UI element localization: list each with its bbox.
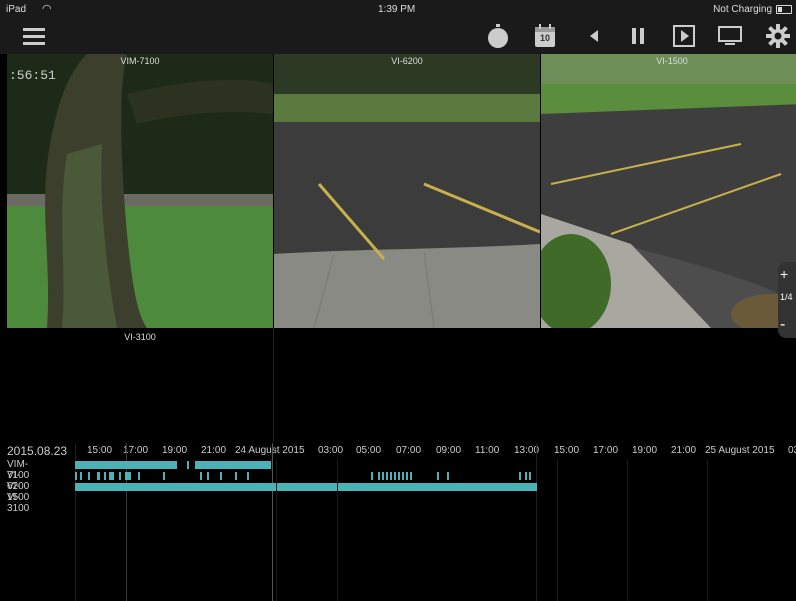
battery-status-label: Not Charging bbox=[713, 4, 772, 15]
gridline bbox=[557, 459, 558, 601]
recording-segment[interactable] bbox=[80, 472, 82, 480]
camera-label: VI-1500 bbox=[656, 56, 688, 66]
recording-segment[interactable] bbox=[525, 472, 533, 480]
recording-segment[interactable] bbox=[437, 472, 439, 480]
recording-segment[interactable] bbox=[104, 472, 106, 480]
recording-segment[interactable] bbox=[378, 472, 412, 480]
recording-segment[interactable] bbox=[371, 472, 373, 480]
playhead[interactable] bbox=[272, 443, 273, 601]
recording-segment[interactable] bbox=[447, 472, 449, 480]
recording-segment[interactable] bbox=[125, 472, 131, 480]
stopwatch-icon[interactable] bbox=[482, 20, 514, 52]
timeline-tick: 07:00 bbox=[396, 445, 422, 456]
play-icon[interactable] bbox=[668, 20, 700, 52]
clock: 1:39 PM bbox=[378, 4, 416, 15]
camera-label: VI-6200 bbox=[391, 56, 423, 66]
gear-icon[interactable] bbox=[762, 20, 794, 52]
gridline bbox=[276, 459, 277, 601]
menu-icon[interactable] bbox=[18, 20, 50, 52]
recording-segment[interactable] bbox=[119, 472, 121, 480]
recording-segment[interactable] bbox=[235, 472, 237, 480]
wifi-icon: ◠ bbox=[42, 3, 52, 15]
timeline-tick: 24 August 2015 bbox=[235, 445, 305, 456]
recording-segment[interactable] bbox=[75, 472, 77, 480]
calendar-day: 10 bbox=[539, 33, 550, 43]
recording-segment[interactable] bbox=[187, 461, 189, 469]
device-label: iPad bbox=[6, 4, 27, 15]
zoom-in-button[interactable]: + bbox=[780, 266, 788, 282]
recording-segment[interactable] bbox=[519, 472, 521, 480]
camera-label: VIM-7100 bbox=[120, 56, 160, 66]
recording-segment[interactable] bbox=[220, 472, 222, 480]
recording-segment[interactable] bbox=[138, 472, 140, 480]
timeline-tick: 03:00 bbox=[318, 445, 344, 456]
grid-divider bbox=[273, 328, 274, 442]
gridline bbox=[707, 459, 708, 601]
recording-segment[interactable] bbox=[88, 472, 90, 480]
timeline-tick: 15:00 bbox=[554, 445, 580, 456]
gridline bbox=[337, 459, 338, 601]
timeline-tick: 21:00 bbox=[671, 445, 697, 456]
gridline bbox=[536, 443, 537, 601]
recording-segment[interactable] bbox=[200, 472, 202, 480]
toolbar: 10 bbox=[0, 18, 796, 54]
camera-view-vim-7100[interactable]: VIM-7100 :56:51 bbox=[7, 54, 273, 328]
camera-time-overlay: :56:51 bbox=[9, 68, 56, 83]
status-bar: iPad ◠ 1:39 PM Not Charging bbox=[0, 0, 796, 18]
recording-segment[interactable] bbox=[163, 472, 165, 480]
camera-view-vi-1500[interactable]: VI-1500 bbox=[541, 54, 796, 328]
timeline-tracks[interactable] bbox=[75, 443, 796, 601]
recording-segment[interactable] bbox=[109, 472, 114, 480]
timeline-date: 2015.08.23 bbox=[7, 444, 68, 458]
recording-segment[interactable] bbox=[247, 472, 249, 480]
gridline bbox=[627, 459, 628, 601]
step-back-icon[interactable] bbox=[578, 20, 610, 52]
timeline-tick: 09:00 bbox=[436, 445, 462, 456]
recording-segment[interactable] bbox=[207, 472, 209, 480]
zoom-out-button[interactable]: - bbox=[780, 316, 785, 334]
timeline-tick: 25 August 2015 bbox=[705, 445, 775, 456]
zoom-control: + 1/4 - bbox=[778, 262, 796, 338]
camera-view-vi-6200[interactable]: VI-6200 bbox=[274, 54, 540, 328]
timeline-tick: 21:00 bbox=[201, 445, 227, 456]
timeline-tick: 19:00 bbox=[162, 445, 188, 456]
recording-segment[interactable] bbox=[75, 483, 537, 491]
timeline[interactable]: 2015.08.23 15:00 17:00 19:00 21:00 24 Au… bbox=[7, 443, 796, 601]
timeline-tick: 17:00 bbox=[593, 445, 619, 456]
timeline-tick: 11:00 bbox=[475, 445, 500, 456]
timeline-row-label: VI-3100 bbox=[7, 492, 30, 514]
zoom-level: 1/4 bbox=[780, 292, 793, 302]
monitor-icon[interactable] bbox=[714, 20, 746, 52]
timeline-tick: 03 bbox=[788, 445, 796, 456]
timeline-tick: 05:00 bbox=[356, 445, 382, 456]
timeline-tick: 19:00 bbox=[632, 445, 658, 456]
camera-label: VI-3100 bbox=[124, 332, 156, 342]
battery-icon bbox=[776, 5, 792, 14]
timeline-tick: 15:00 bbox=[87, 445, 113, 456]
camera-grid: VIM-7100 :56:51 VI-6200 VI-1500 VI-3100 bbox=[7, 54, 796, 442]
pause-icon[interactable] bbox=[622, 20, 654, 52]
recording-segment[interactable] bbox=[195, 461, 271, 469]
recording-segment[interactable] bbox=[75, 461, 177, 469]
camera-view-vi-3100[interactable]: VI-3100 bbox=[7, 328, 273, 442]
calendar-icon[interactable]: 10 bbox=[529, 20, 561, 52]
recording-segment[interactable] bbox=[97, 472, 100, 480]
